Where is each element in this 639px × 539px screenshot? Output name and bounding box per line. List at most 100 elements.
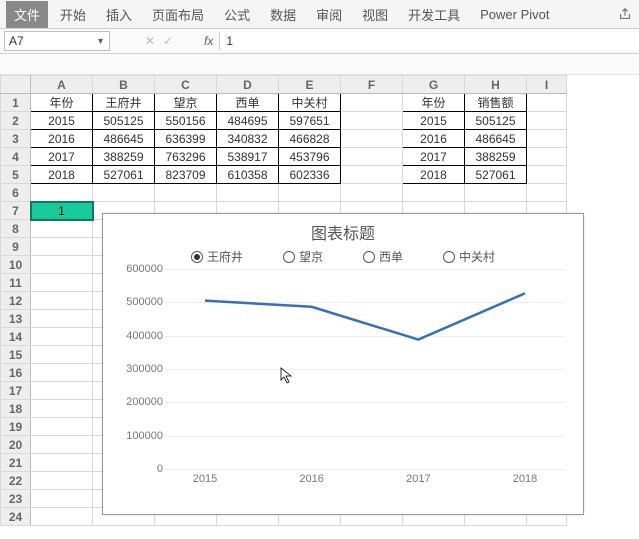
cell-E6[interactable] <box>279 184 341 202</box>
col-header-E[interactable]: E <box>279 76 341 94</box>
cell-G3[interactable]: 2016 <box>403 130 465 148</box>
cell-A5[interactable]: 2018 <box>31 166 93 184</box>
enter-icon[interactable]: ✓ <box>163 34 173 48</box>
legend-item-1[interactable]: 望京 <box>283 248 323 265</box>
share-icon[interactable] <box>617 6 633 22</box>
cell-A17[interactable] <box>31 382 93 400</box>
cell-A3[interactable]: 2016 <box>31 130 93 148</box>
cell-C4[interactable]: 763296 <box>155 148 217 166</box>
cell-F3[interactable] <box>341 130 403 148</box>
row-header-15[interactable]: 15 <box>1 346 31 364</box>
cell-H2[interactable]: 505125 <box>465 112 527 130</box>
row-header-11[interactable]: 11 <box>1 274 31 292</box>
row-header-18[interactable]: 18 <box>1 400 31 418</box>
cell-F6[interactable] <box>341 184 403 202</box>
col-header-C[interactable]: C <box>155 76 217 94</box>
row-header-9[interactable]: 9 <box>1 238 31 256</box>
cell-A8[interactable] <box>31 220 93 238</box>
row-header-16[interactable]: 16 <box>1 364 31 382</box>
ribbon-tab-powerpivot[interactable]: Power Pivot <box>472 3 557 26</box>
row-header-20[interactable]: 20 <box>1 436 31 454</box>
row-header-6[interactable]: 6 <box>1 184 31 202</box>
cell-G5[interactable]: 2018 <box>403 166 465 184</box>
row-header-24[interactable]: 24 <box>1 508 31 526</box>
cell-F4[interactable] <box>341 148 403 166</box>
cell-E3[interactable]: 466828 <box>279 130 341 148</box>
legend-item-2[interactable]: 西单 <box>363 248 403 265</box>
cell-D4[interactable]: 538917 <box>217 148 279 166</box>
cell-D2[interactable]: 484695 <box>217 112 279 130</box>
cell-E4[interactable]: 453796 <box>279 148 341 166</box>
cell-C5[interactable]: 823709 <box>155 166 217 184</box>
cell-A7[interactable]: 1 <box>31 202 93 220</box>
cell-E1[interactable]: 中关村 <box>279 94 341 112</box>
cell-A10[interactable] <box>31 256 93 274</box>
cell-H3[interactable]: 486645 <box>465 130 527 148</box>
cell-H6[interactable] <box>465 184 527 202</box>
legend-item-3[interactable]: 中关村 <box>443 248 495 265</box>
cell-A22[interactable] <box>31 472 93 490</box>
cell-A20[interactable] <box>31 436 93 454</box>
cell-G2[interactable]: 2015 <box>403 112 465 130</box>
legend-item-0[interactable]: 王府井 <box>191 248 243 265</box>
row-header-4[interactable]: 4 <box>1 148 31 166</box>
chevron-down-icon[interactable]: ▼ <box>96 36 105 46</box>
cell-C3[interactable]: 636399 <box>155 130 217 148</box>
select-all-corner[interactable] <box>1 76 31 94</box>
row-header-8[interactable]: 8 <box>1 220 31 238</box>
col-header-G[interactable]: G <box>403 76 465 94</box>
row-header-7[interactable]: 7 <box>1 202 31 220</box>
cell-G1[interactable]: 年份 <box>403 94 465 112</box>
col-header-H[interactable]: H <box>465 76 527 94</box>
cell-A12[interactable] <box>31 292 93 310</box>
row-header-12[interactable]: 12 <box>1 292 31 310</box>
cell-H1[interactable]: 销售额 <box>465 94 527 112</box>
cell-E5[interactable]: 602336 <box>279 166 341 184</box>
cell-A13[interactable] <box>31 310 93 328</box>
cancel-icon[interactable]: ✕ <box>145 34 155 48</box>
cell-A11[interactable] <box>31 274 93 292</box>
cell-D5[interactable]: 610358 <box>217 166 279 184</box>
cell-A1[interactable]: 年份 <box>31 94 93 112</box>
row-header-23[interactable]: 23 <box>1 490 31 508</box>
ribbon-tab-review[interactable]: 审阅 <box>308 1 350 28</box>
col-header-B[interactable]: B <box>93 76 155 94</box>
row-header-21[interactable]: 21 <box>1 454 31 472</box>
cell-D6[interactable] <box>217 184 279 202</box>
cell-G6[interactable] <box>403 184 465 202</box>
cell-F2[interactable] <box>341 112 403 130</box>
cell-D1[interactable]: 西单 <box>217 94 279 112</box>
cell-F5[interactable] <box>341 166 403 184</box>
cell-B1[interactable]: 王府井 <box>93 94 155 112</box>
ribbon-tab-data[interactable]: 数据 <box>262 1 304 28</box>
row-header-1[interactable]: 1 <box>1 94 31 112</box>
ribbon-tab-layout[interactable]: 页面布局 <box>144 1 212 28</box>
cell-C6[interactable] <box>155 184 217 202</box>
cell-B6[interactable] <box>93 184 155 202</box>
row-header-22[interactable]: 22 <box>1 472 31 490</box>
cell-A24[interactable] <box>31 508 93 526</box>
cell-A2[interactable]: 2015 <box>31 112 93 130</box>
col-header-A[interactable]: A <box>31 76 93 94</box>
cell-H4[interactable]: 388259 <box>465 148 527 166</box>
cell-C2[interactable]: 550156 <box>155 112 217 130</box>
col-header-D[interactable]: D <box>217 76 279 94</box>
col-header-F[interactable]: F <box>341 76 403 94</box>
row-header-17[interactable]: 17 <box>1 382 31 400</box>
ribbon-tab-formula[interactable]: 公式 <box>216 1 258 28</box>
ribbon-tab-view[interactable]: 视图 <box>354 1 396 28</box>
row-header-19[interactable]: 19 <box>1 418 31 436</box>
cell-B4[interactable]: 388259 <box>93 148 155 166</box>
embedded-chart[interactable]: 图表标题 王府井 望京 西单 中关村 010000020000030000040… <box>102 213 584 515</box>
cell-E2[interactable]: 597651 <box>279 112 341 130</box>
row-header-14[interactable]: 14 <box>1 328 31 346</box>
cell-A18[interactable] <box>31 400 93 418</box>
ribbon-tab-dev[interactable]: 开发工具 <box>400 1 468 28</box>
cell-B5[interactable]: 527061 <box>93 166 155 184</box>
col-header-I[interactable]: I <box>527 76 567 94</box>
row-header-13[interactable]: 13 <box>1 310 31 328</box>
ribbon-tab-file[interactable]: 文件 <box>6 1 48 28</box>
cell-G4[interactable]: 2017 <box>403 148 465 166</box>
cell-A19[interactable] <box>31 418 93 436</box>
cell-I3[interactable] <box>527 130 567 148</box>
